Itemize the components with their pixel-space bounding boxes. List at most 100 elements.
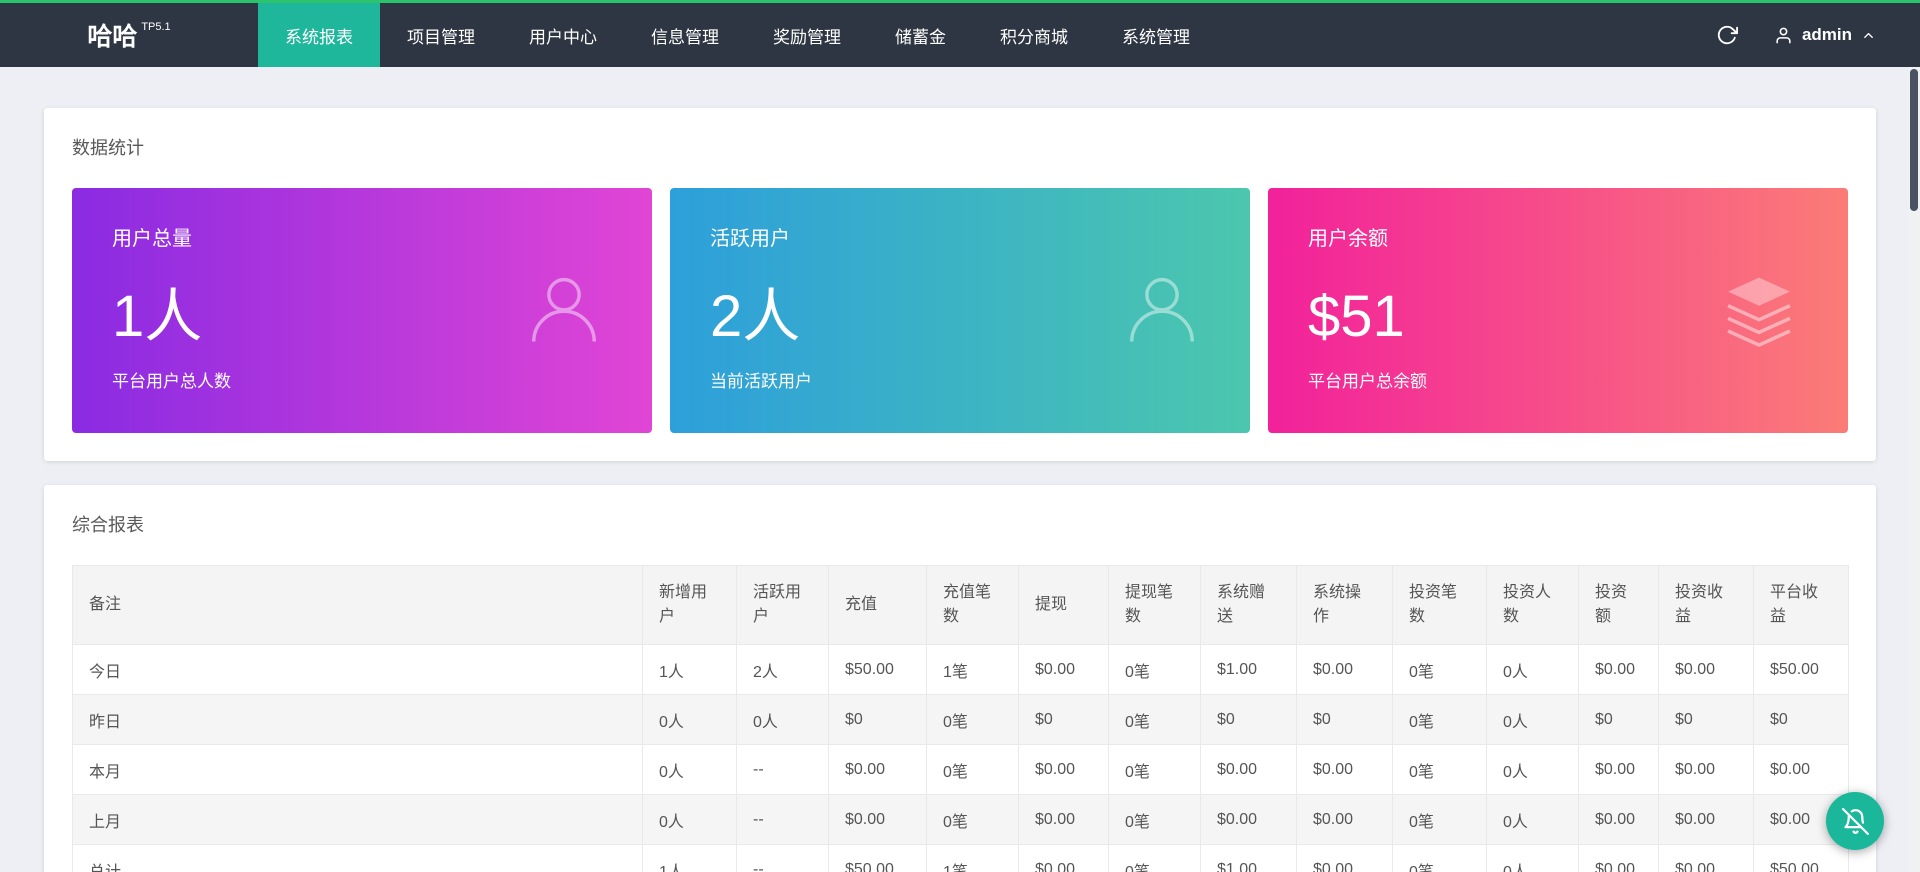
col-header: 新增用户 xyxy=(643,566,737,645)
data-cell: $0.00 xyxy=(1754,745,1849,795)
nav-item-savings[interactable]: 储蓄金 xyxy=(868,3,973,67)
data-cell: $0.00 xyxy=(1019,845,1109,872)
nav-item-system-report[interactable]: 系统报表 xyxy=(258,3,380,67)
col-header: 平台收益 xyxy=(1754,566,1849,645)
stat-desc: 当前活跃用户 xyxy=(710,367,1250,392)
stat-box-total-users: 用户总量 1人 平台用户总人数 xyxy=(72,188,652,433)
user-outline-icon xyxy=(520,264,608,357)
data-cell: 0笔 xyxy=(1393,845,1487,872)
data-cell: 1笔 xyxy=(927,845,1019,872)
data-cell: -- xyxy=(737,845,829,872)
data-cell: $0 xyxy=(1297,695,1393,745)
stat-label: 活跃用户 xyxy=(710,228,1250,251)
table-row: 总计1人--$50.001笔$0.000笔$1.00$0.000笔0人$0.00… xyxy=(73,845,1849,872)
data-cell: $0.00 xyxy=(829,745,927,795)
data-cell: 0笔 xyxy=(927,795,1019,845)
user-icon xyxy=(1774,26,1793,45)
col-header: 提现 xyxy=(1019,566,1109,645)
data-cell: 0笔 xyxy=(1393,645,1487,695)
data-cell: $0 xyxy=(1019,695,1109,745)
report-table-body: 今日1人2人$50.001笔$0.000笔$1.00$0.000笔0人$0.00… xyxy=(73,645,1849,872)
data-cell: $50.00 xyxy=(1754,645,1849,695)
data-cell: $0.00 xyxy=(1297,845,1393,872)
data-cell: $0.00 xyxy=(1659,795,1754,845)
col-header: 备注 xyxy=(73,566,643,645)
topbar: 哈哈 TP5.1 系统报表 项目管理 用户中心 信息管理 奖励管理 储蓄金 积分… xyxy=(0,3,1920,67)
stat-label: 用户余额 xyxy=(1308,228,1848,251)
col-header: 活跃用户 xyxy=(737,566,829,645)
nav-item-info-manage[interactable]: 信息管理 xyxy=(624,3,746,67)
admin-menu[interactable]: admin xyxy=(1774,25,1876,45)
data-cell: 0笔 xyxy=(927,695,1019,745)
data-cell: $0.00 xyxy=(1659,845,1754,872)
data-cell: 0人 xyxy=(737,695,829,745)
col-header: 投资额 xyxy=(1579,566,1659,645)
data-cell: $50.00 xyxy=(829,845,927,872)
col-header: 系统赠送 xyxy=(1201,566,1297,645)
nav-item-reward-manage[interactable]: 奖励管理 xyxy=(746,3,868,67)
bell-off-icon xyxy=(1842,808,1869,835)
data-cell: $0.00 xyxy=(1201,745,1297,795)
data-cell: $0 xyxy=(1659,695,1754,745)
logo-text: 哈哈 xyxy=(87,17,137,53)
stat-row: 用户总量 1人 平台用户总人数 活跃用户 2人 当前活跃用户 xyxy=(72,188,1848,433)
data-cell: $0 xyxy=(1201,695,1297,745)
admin-username: admin xyxy=(1802,25,1852,45)
data-cell: 0人 xyxy=(643,795,737,845)
nav-item-system-manage[interactable]: 系统管理 xyxy=(1095,3,1217,67)
col-header: 充值 xyxy=(829,566,927,645)
data-cell: $0.00 xyxy=(1019,645,1109,695)
main-nav: 系统报表 项目管理 用户中心 信息管理 奖励管理 储蓄金 积分商城 系统管理 xyxy=(258,3,1217,67)
data-cell: 1人 xyxy=(643,845,737,872)
data-cell: 0笔 xyxy=(1393,795,1487,845)
topbar-accent-line xyxy=(0,0,1920,3)
row-label-cell: 本月 xyxy=(73,745,643,795)
data-cell: $0.00 xyxy=(1579,795,1659,845)
data-cell: $0 xyxy=(829,695,927,745)
data-cell: $0.00 xyxy=(1659,645,1754,695)
data-cell: 1笔 xyxy=(927,645,1019,695)
nav-item-project-manage[interactable]: 项目管理 xyxy=(380,3,502,67)
stats-card: 数据统计 用户总量 1人 平台用户总人数 活跃用户 2人 当前活跃用户 xyxy=(44,108,1876,461)
col-header: 充值笔数 xyxy=(927,566,1019,645)
data-cell: 0笔 xyxy=(927,745,1019,795)
refresh-button[interactable] xyxy=(1716,24,1738,46)
report-table: 备注 新增用户 活跃用户 充值 充值笔数 提现 提现笔数 系统赠送 系统操作 投… xyxy=(72,565,1849,872)
data-cell: 0笔 xyxy=(1109,695,1201,745)
stat-label: 用户总量 xyxy=(112,228,652,251)
col-header: 投资笔数 xyxy=(1393,566,1487,645)
stat-desc: 平台用户总余额 xyxy=(1308,367,1848,392)
row-label-cell: 昨日 xyxy=(73,695,643,745)
data-cell: $0.00 xyxy=(1019,795,1109,845)
col-header: 提现笔数 xyxy=(1109,566,1201,645)
scrollbar[interactable] xyxy=(1908,67,1920,872)
data-cell: $1.00 xyxy=(1201,845,1297,872)
data-cell: $1.00 xyxy=(1201,645,1297,695)
nav-item-points-mall[interactable]: 积分商城 xyxy=(973,3,1095,67)
data-cell: $0 xyxy=(1754,695,1849,745)
table-row: 今日1人2人$50.001笔$0.000笔$1.00$0.000笔0人$0.00… xyxy=(73,645,1849,695)
logo[interactable]: 哈哈 TP5.1 xyxy=(0,3,258,67)
stats-title: 数据统计 xyxy=(72,134,1848,160)
data-cell: $0.00 xyxy=(1201,795,1297,845)
main-content: 数据统计 用户总量 1人 平台用户总人数 活跃用户 2人 当前活跃用户 xyxy=(0,67,1920,872)
notification-fab[interactable] xyxy=(1826,792,1884,850)
col-header: 投资收益 xyxy=(1659,566,1754,645)
data-cell: $0.00 xyxy=(1579,745,1659,795)
refresh-icon xyxy=(1716,24,1738,46)
data-cell: 0笔 xyxy=(1109,745,1201,795)
data-cell: 0人 xyxy=(643,695,737,745)
nav-item-user-center[interactable]: 用户中心 xyxy=(502,3,624,67)
data-cell: 2人 xyxy=(737,645,829,695)
scrollbar-thumb[interactable] xyxy=(1910,69,1918,211)
data-cell: 0人 xyxy=(1487,695,1579,745)
data-cell: $0.00 xyxy=(1297,745,1393,795)
data-cell: $0.00 xyxy=(1659,745,1754,795)
table-header-row: 备注 新增用户 活跃用户 充值 充值笔数 提现 提现笔数 系统赠送 系统操作 投… xyxy=(73,566,1849,645)
data-cell: $0.00 xyxy=(1297,645,1393,695)
logo-version: TP5.1 xyxy=(141,21,170,33)
report-title: 综合报表 xyxy=(72,511,1848,537)
col-header: 系统操作 xyxy=(1297,566,1393,645)
data-cell: 0笔 xyxy=(1109,845,1201,872)
data-cell: 0笔 xyxy=(1109,795,1201,845)
